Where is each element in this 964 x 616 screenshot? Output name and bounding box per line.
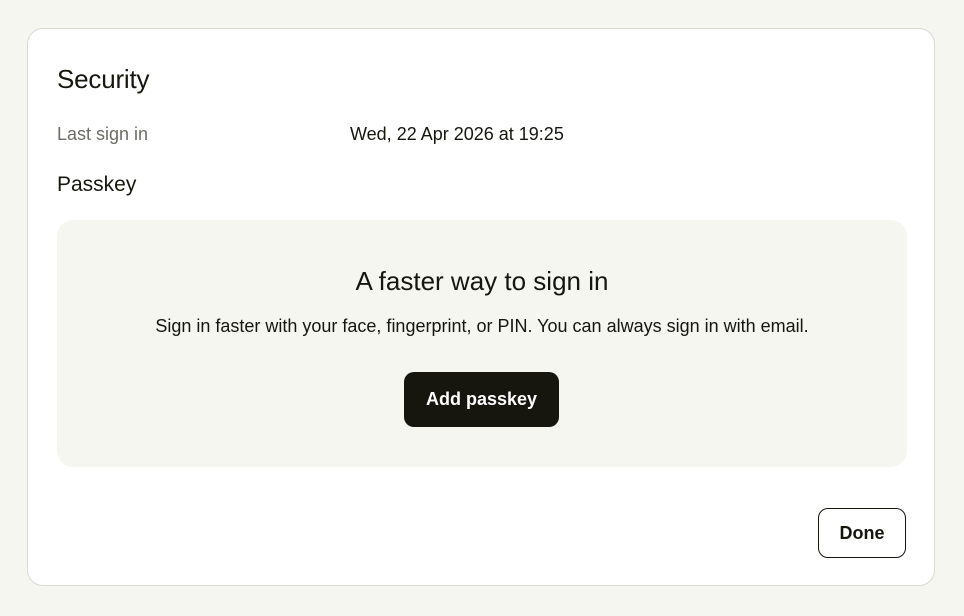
add-passkey-button[interactable]: Add passkey (404, 372, 559, 427)
last-sign-in-label: Last sign in (57, 124, 149, 144)
passkey-promo-description: Sign in faster with your face, fingerpri… (155, 316, 809, 336)
dialog-title: Security (57, 64, 150, 94)
passkey-promo-card: A faster way to sign in Sign in faster w… (57, 220, 907, 467)
done-button[interactable]: Done (818, 508, 906, 558)
security-dialog: Security Last sign in Wed, 22 Apr 2026 a… (27, 28, 935, 586)
last-sign-in-value: Wed, 22 Apr 2026 at 19:25 (350, 124, 564, 144)
passkey-section-title: Passkey (57, 173, 137, 196)
passkey-promo-heading: A faster way to sign in (355, 266, 609, 296)
